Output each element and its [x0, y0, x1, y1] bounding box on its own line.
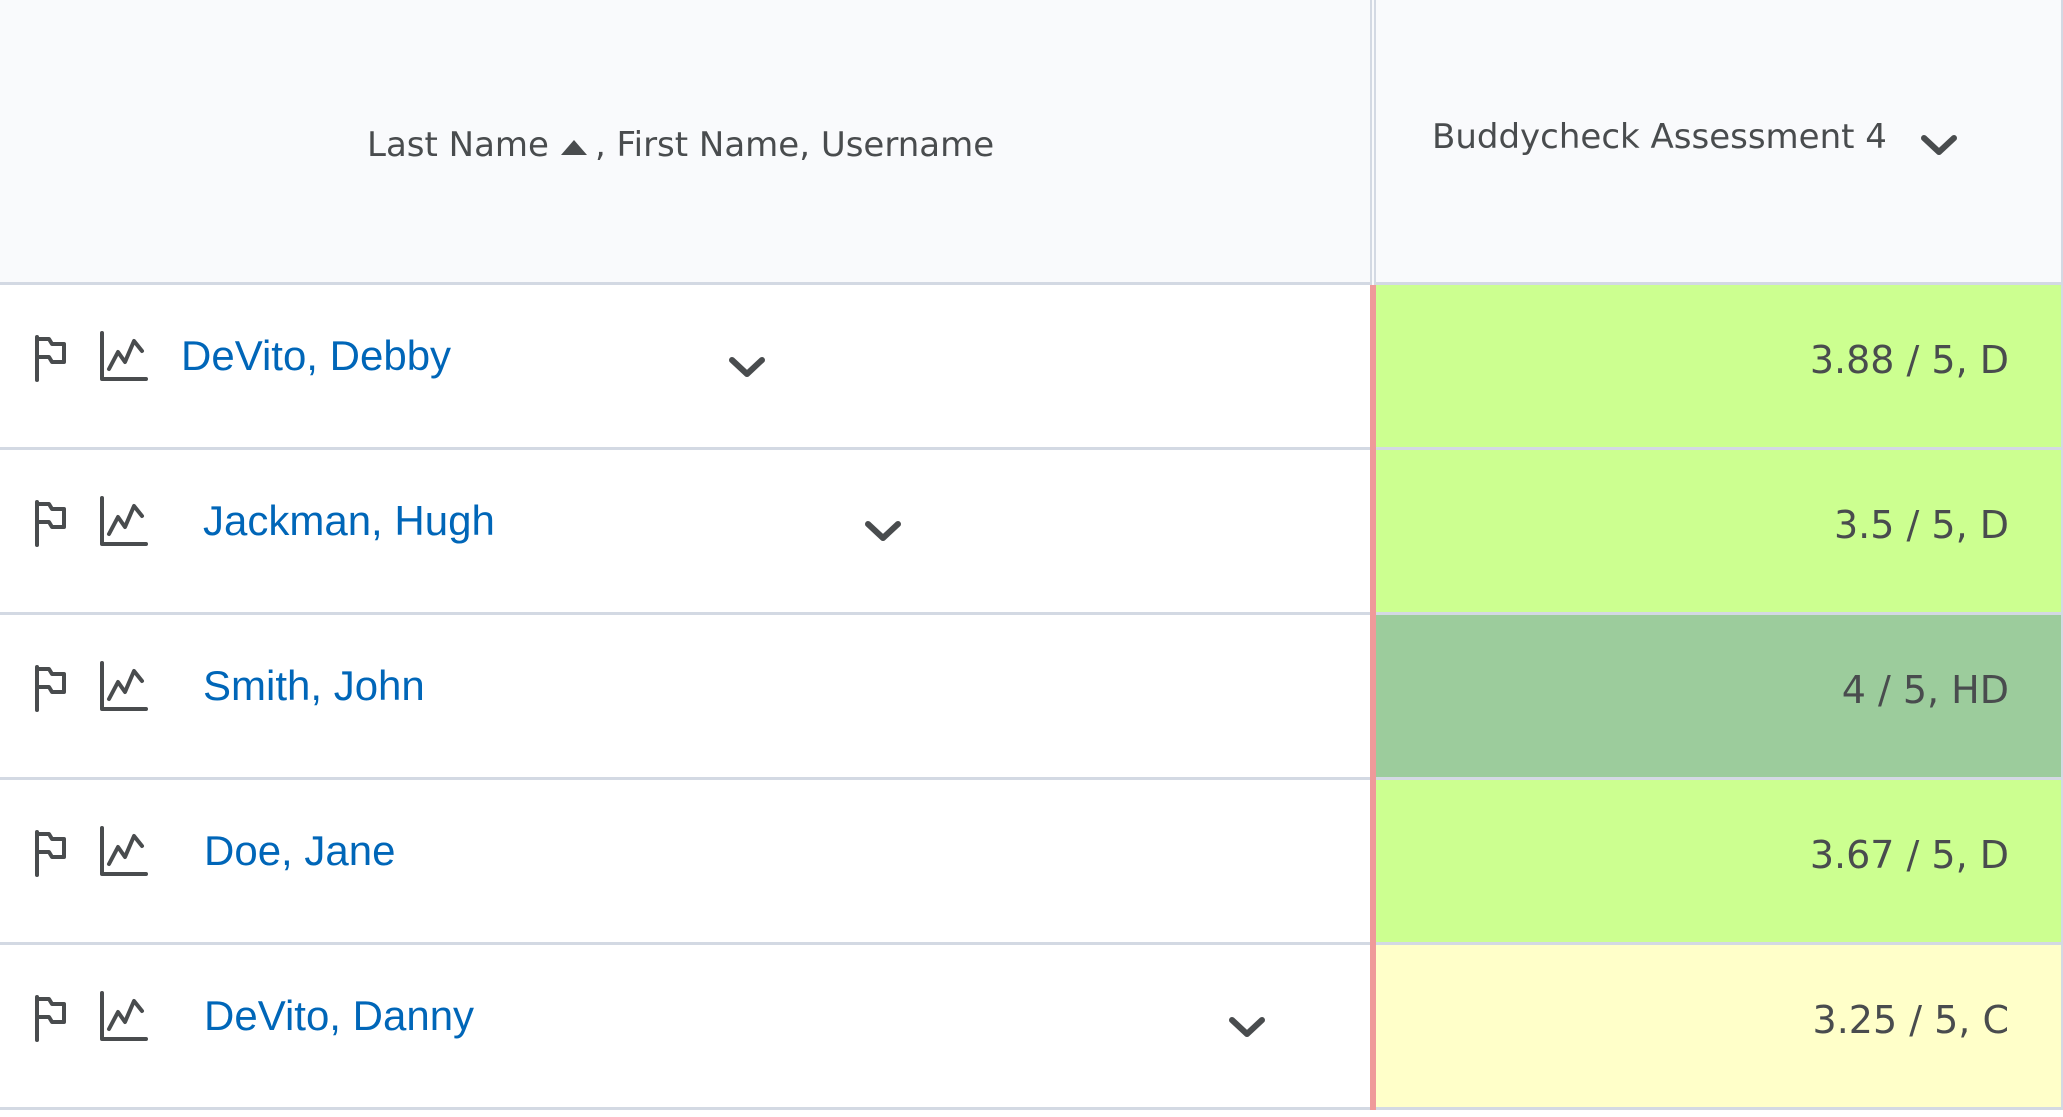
chevron-down-icon[interactable] — [862, 514, 904, 548]
stats-icon[interactable] — [98, 329, 148, 383]
grade-cell[interactable]: 3.25 / 5, C — [1376, 945, 2063, 1110]
student-cell: DeVito, Debby — [0, 285, 1370, 450]
chevron-down-icon[interactable] — [726, 350, 768, 384]
table-row: Jackman, Hugh 3.5 / 5, D — [0, 450, 2063, 615]
sort-ascending-icon[interactable] — [560, 139, 587, 155]
table-row: DeVito, Debby 3.88 / 5, D — [0, 285, 2063, 450]
student-cell: Jackman, Hugh — [0, 450, 1370, 615]
student-cell: Smith, John — [0, 615, 1370, 780]
table-row: Smith, John 4 / 5, HD — [0, 615, 2063, 780]
grade-column-title: Buddycheck Assessment 4 — [1432, 117, 1887, 157]
grade-value: 3.67 / 5, D — [1809, 833, 2009, 877]
grade-value: 3.5 / 5, D — [1834, 503, 2009, 547]
flag-icon[interactable] — [30, 498, 70, 548]
student-name-link[interactable]: Smith, John — [203, 660, 425, 712]
chevron-down-icon[interactable] — [1226, 1010, 1268, 1044]
student-name-link[interactable]: Jackman, Hugh — [203, 495, 495, 547]
stats-icon[interactable] — [98, 989, 148, 1043]
stats-icon[interactable] — [98, 494, 148, 548]
sort-header: Last Name , First Name, Username — [367, 120, 994, 170]
grade-cell[interactable]: 4 / 5, HD — [1376, 615, 2063, 780]
flag-icon[interactable] — [30, 663, 70, 713]
grade-value: 3.88 / 5, D — [1809, 338, 2009, 382]
grade-value: 3.25 / 5, C — [1812, 998, 2009, 1042]
flag-icon[interactable] — [30, 993, 70, 1043]
grade-cell[interactable]: 3.67 / 5, D — [1376, 780, 2063, 945]
sort-last-name-link[interactable]: Last Name — [367, 125, 549, 165]
flag-icon[interactable] — [30, 828, 70, 878]
student-name-link[interactable]: Doe, Jane — [204, 825, 395, 877]
grade-cell[interactable]: 3.88 / 5, D — [1376, 285, 2063, 450]
sort-other-fields-label[interactable]: , First Name, Username — [595, 125, 994, 165]
chevron-down-icon[interactable] — [1918, 128, 1960, 162]
student-cell: Doe, Jane — [0, 780, 1370, 945]
student-name-link[interactable]: DeVito, Debby — [181, 330, 451, 382]
stats-icon[interactable] — [98, 659, 148, 713]
table-row: Doe, Jane 3.67 / 5, D — [0, 780, 2063, 945]
student-cell: DeVito, Danny — [0, 945, 1370, 1110]
stats-icon[interactable] — [98, 824, 148, 878]
grade-value: 4 / 5, HD — [1841, 668, 2009, 712]
grades-table: Last Name , First Name, Username Buddych… — [0, 0, 2063, 1117]
table-row: DeVito, Danny 3.25 / 5, C — [0, 945, 2063, 1110]
flag-icon[interactable] — [30, 333, 70, 383]
grade-cell[interactable]: 3.5 / 5, D — [1376, 450, 2063, 615]
student-name-link[interactable]: DeVito, Danny — [204, 990, 474, 1042]
name-column-header: Last Name , First Name, Username — [0, 0, 1370, 285]
